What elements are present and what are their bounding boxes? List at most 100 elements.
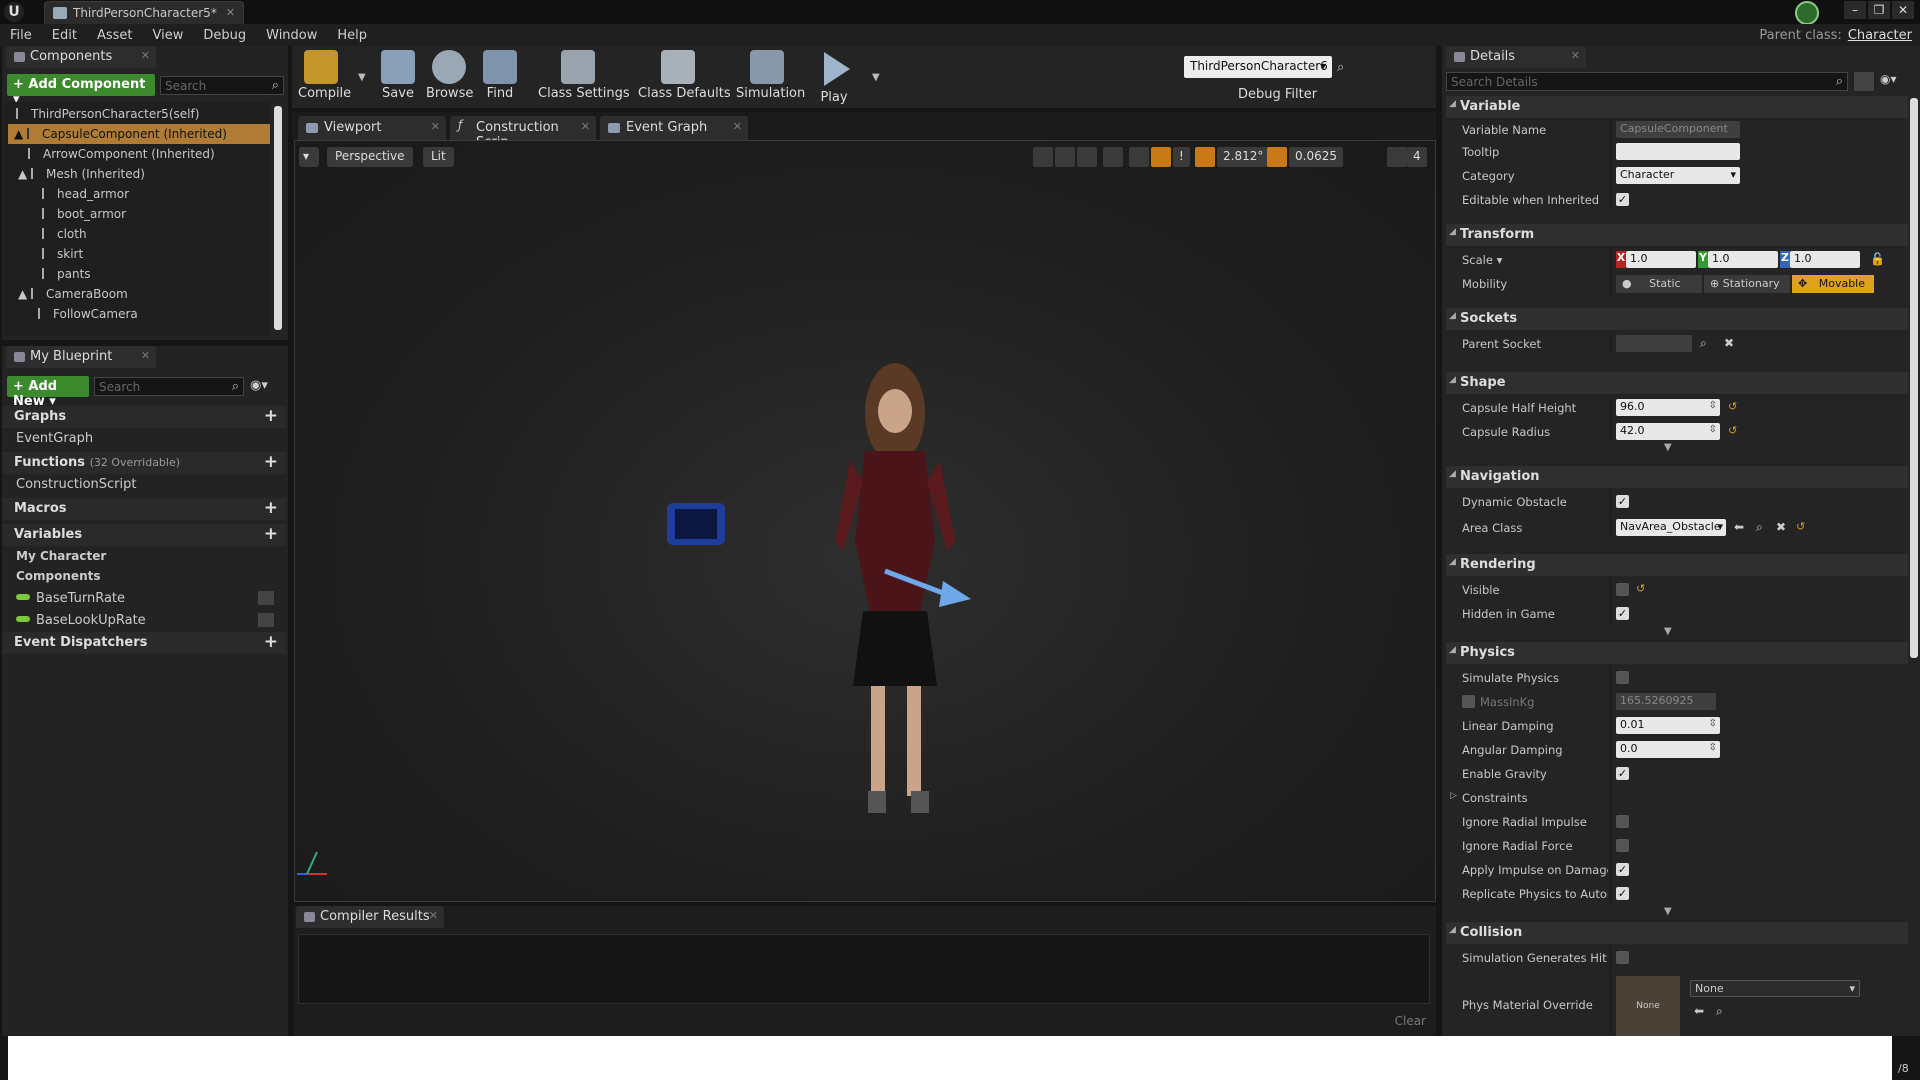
menu-file[interactable]: File (10, 28, 32, 43)
add-dispatcher-icon[interactable]: + (264, 632, 278, 652)
components-tab[interactable]: Components ✕ (6, 46, 156, 68)
browse-button[interactable]: Browse (426, 46, 473, 108)
menu-help[interactable]: Help (337, 28, 367, 43)
close-tab-icon[interactable]: ✕ (733, 120, 742, 133)
scale-z-field[interactable]: 1.0 (1790, 251, 1860, 268)
graphs-category[interactable]: Graphs + (2, 406, 286, 428)
variable-base-turn-rate[interactable]: BaseTurnRate (2, 588, 286, 608)
scale-label[interactable]: Scale ▾ (1462, 253, 1608, 267)
tree-item-pants[interactable]: pants (4, 264, 91, 284)
sim-hit-events-checkbox[interactable] (1616, 951, 1629, 964)
close-panel-icon[interactable]: ✕ (141, 349, 150, 362)
document-tab[interactable]: ThirdPersonCharacter5* ✕ (44, 1, 244, 24)
view-options-icon[interactable]: ◉▾ (250, 378, 268, 393)
area-class-combo[interactable]: NavArea_Obstacle ▾ (1616, 519, 1726, 536)
capsule-radius-field[interactable]: 42.0 ⇳ (1616, 423, 1720, 440)
components-scrollbar[interactable] (274, 106, 282, 330)
angular-damping-field[interactable]: 0.0 ⇳ (1616, 741, 1720, 758)
close-window-icon[interactable]: ✕ (1892, 1, 1914, 19)
compile-options-caret-icon[interactable]: ▼ (358, 72, 366, 83)
mass-override-checkbox[interactable] (1462, 695, 1475, 708)
ignore-radial-impulse-checkbox[interactable] (1616, 815, 1629, 828)
play-button[interactable]: Play (814, 46, 854, 108)
blueprint-search-input[interactable]: Search ⌕ (94, 377, 244, 396)
category-combo[interactable]: Character ▾ (1616, 167, 1740, 184)
menu-view[interactable]: View (153, 28, 184, 43)
mobility-movable-button[interactable]: ✥ Movable (1792, 275, 1874, 293)
my-blueprint-tab[interactable]: My Blueprint ✕ (6, 346, 156, 368)
apply-impulse-checkbox[interactable]: ✓ (1616, 863, 1629, 876)
tree-item-mesh[interactable]: ▲ Mesh (Inherited) (4, 164, 145, 184)
close-panel-icon[interactable]: ✕ (429, 909, 438, 922)
mobility-static-button[interactable]: ● Static (1616, 275, 1702, 293)
section-collision[interactable]: ◢ Collision (1446, 922, 1908, 944)
tree-item-cloth[interactable]: cloth (4, 224, 87, 244)
phys-material-thumbnail[interactable]: None (1616, 976, 1680, 1036)
viewport[interactable]: ▾ Perspective Lit ! 2.812° 0.0625 4 (294, 140, 1436, 902)
scale-y-field[interactable]: 1.0 (1708, 251, 1778, 268)
details-tab[interactable]: Details ✕ (1446, 46, 1586, 68)
play-options-caret-icon[interactable]: ▼ (872, 72, 880, 83)
use-selected-arrow-icon[interactable]: ⬅ (1734, 520, 1744, 534)
browse-search-icon[interactable]: ⌕ (1756, 520, 1763, 535)
expand-advanced-icon[interactable]: ▼ (1664, 442, 1672, 453)
close-tab-icon[interactable]: ✕ (431, 120, 440, 133)
scale-x-field[interactable]: 1.0 (1626, 251, 1696, 268)
reset-to-default-icon[interactable]: ↺ (1796, 520, 1805, 533)
menu-asset[interactable]: Asset (97, 28, 133, 43)
event-dispatchers-category[interactable]: Event Dispatchers + (2, 632, 286, 654)
expand-advanced-icon[interactable]: ▼ (1664, 906, 1672, 917)
close-tab-icon[interactable]: ✕ (581, 120, 590, 133)
source-control-icon[interactable] (1795, 1, 1819, 25)
menu-edit[interactable]: Edit (52, 28, 77, 43)
debug-object-combo[interactable]: ThirdPersonCharacter6 ▾ (1184, 56, 1332, 78)
tree-item-boot-armor[interactable]: boot_armor (4, 204, 126, 224)
variable-name-field[interactable]: CapsuleComponent (1616, 121, 1740, 138)
maximize-icon[interactable]: ❐ (1868, 1, 1890, 19)
add-component-button[interactable]: + Add Component ▾ (7, 74, 155, 107)
clear-icon[interactable]: ✖ (1724, 336, 1734, 350)
compiler-results-tab[interactable]: Compiler Results ✕ (296, 906, 444, 928)
linear-damping-field[interactable]: 0.01 ⇳ (1616, 717, 1720, 734)
my-character-group[interactable]: My Character (2, 546, 286, 566)
variables-category[interactable]: Variables + (2, 524, 286, 546)
section-shape[interactable]: ◢ Shape (1446, 372, 1908, 394)
replicate-physics-checkbox[interactable]: ✓ (1616, 887, 1629, 900)
property-matrix-icon[interactable] (1854, 72, 1874, 91)
class-defaults-button[interactable]: Class Defaults (638, 46, 731, 108)
section-navigation[interactable]: ◢ Navigation (1446, 466, 1908, 488)
lock-icon[interactable]: 🔓 (1870, 252, 1885, 266)
clear-icon[interactable]: ✖ (1776, 520, 1786, 534)
tooltip-field[interactable] (1616, 143, 1740, 160)
use-selected-arrow-icon[interactable]: ⬅ (1694, 1004, 1704, 1018)
enable-gravity-checkbox[interactable]: ✓ (1616, 767, 1629, 780)
save-button[interactable]: Save (378, 46, 418, 108)
close-tab-icon[interactable]: ✕ (226, 6, 235, 19)
add-function-icon[interactable]: + (264, 452, 278, 472)
section-transform[interactable]: ◢ Transform (1446, 224, 1908, 246)
visibility-eye-icon[interactable] (258, 613, 274, 627)
browse-search-icon[interactable]: ⌕ (1716, 1004, 1723, 1019)
simulate-physics-checkbox[interactable] (1616, 671, 1629, 684)
close-panel-icon[interactable]: ✕ (141, 49, 150, 62)
tree-item-self[interactable]: ThirdPersonCharacter5(self) (4, 104, 270, 124)
tab-construction-script[interactable]: ƒ Construction Scrip ✕ (450, 116, 596, 150)
view-options-icon[interactable]: ◉▾ (1880, 72, 1897, 86)
add-variable-icon[interactable]: + (264, 524, 278, 544)
hidden-in-game-checkbox[interactable]: ✓ (1616, 607, 1629, 620)
tab-viewport[interactable]: Viewport ✕ (298, 116, 446, 140)
menu-window[interactable]: Window (266, 28, 317, 43)
menu-debug[interactable]: Debug (203, 28, 246, 43)
row-constraints[interactable]: ▷ Constraints (1446, 786, 1908, 810)
section-sockets[interactable]: ◢ Sockets (1446, 308, 1908, 330)
section-rendering[interactable]: ◢ Rendering (1446, 554, 1908, 576)
class-settings-button[interactable]: Class Settings (538, 46, 630, 108)
event-graph-item[interactable]: EventGraph (2, 428, 286, 448)
reset-to-default-icon[interactable]: ↺ (1728, 424, 1737, 437)
dynamic-obstacle-checkbox[interactable]: ✓ (1616, 495, 1629, 508)
compile-button[interactable]: Compile (298, 46, 351, 108)
section-variable[interactable]: ◢ Variable (1446, 96, 1908, 118)
add-macro-icon[interactable]: + (264, 498, 278, 518)
debug-search-icon[interactable]: ⌕ (1337, 60, 1344, 75)
editable-inherited-checkbox[interactable]: ✓ (1616, 193, 1629, 206)
